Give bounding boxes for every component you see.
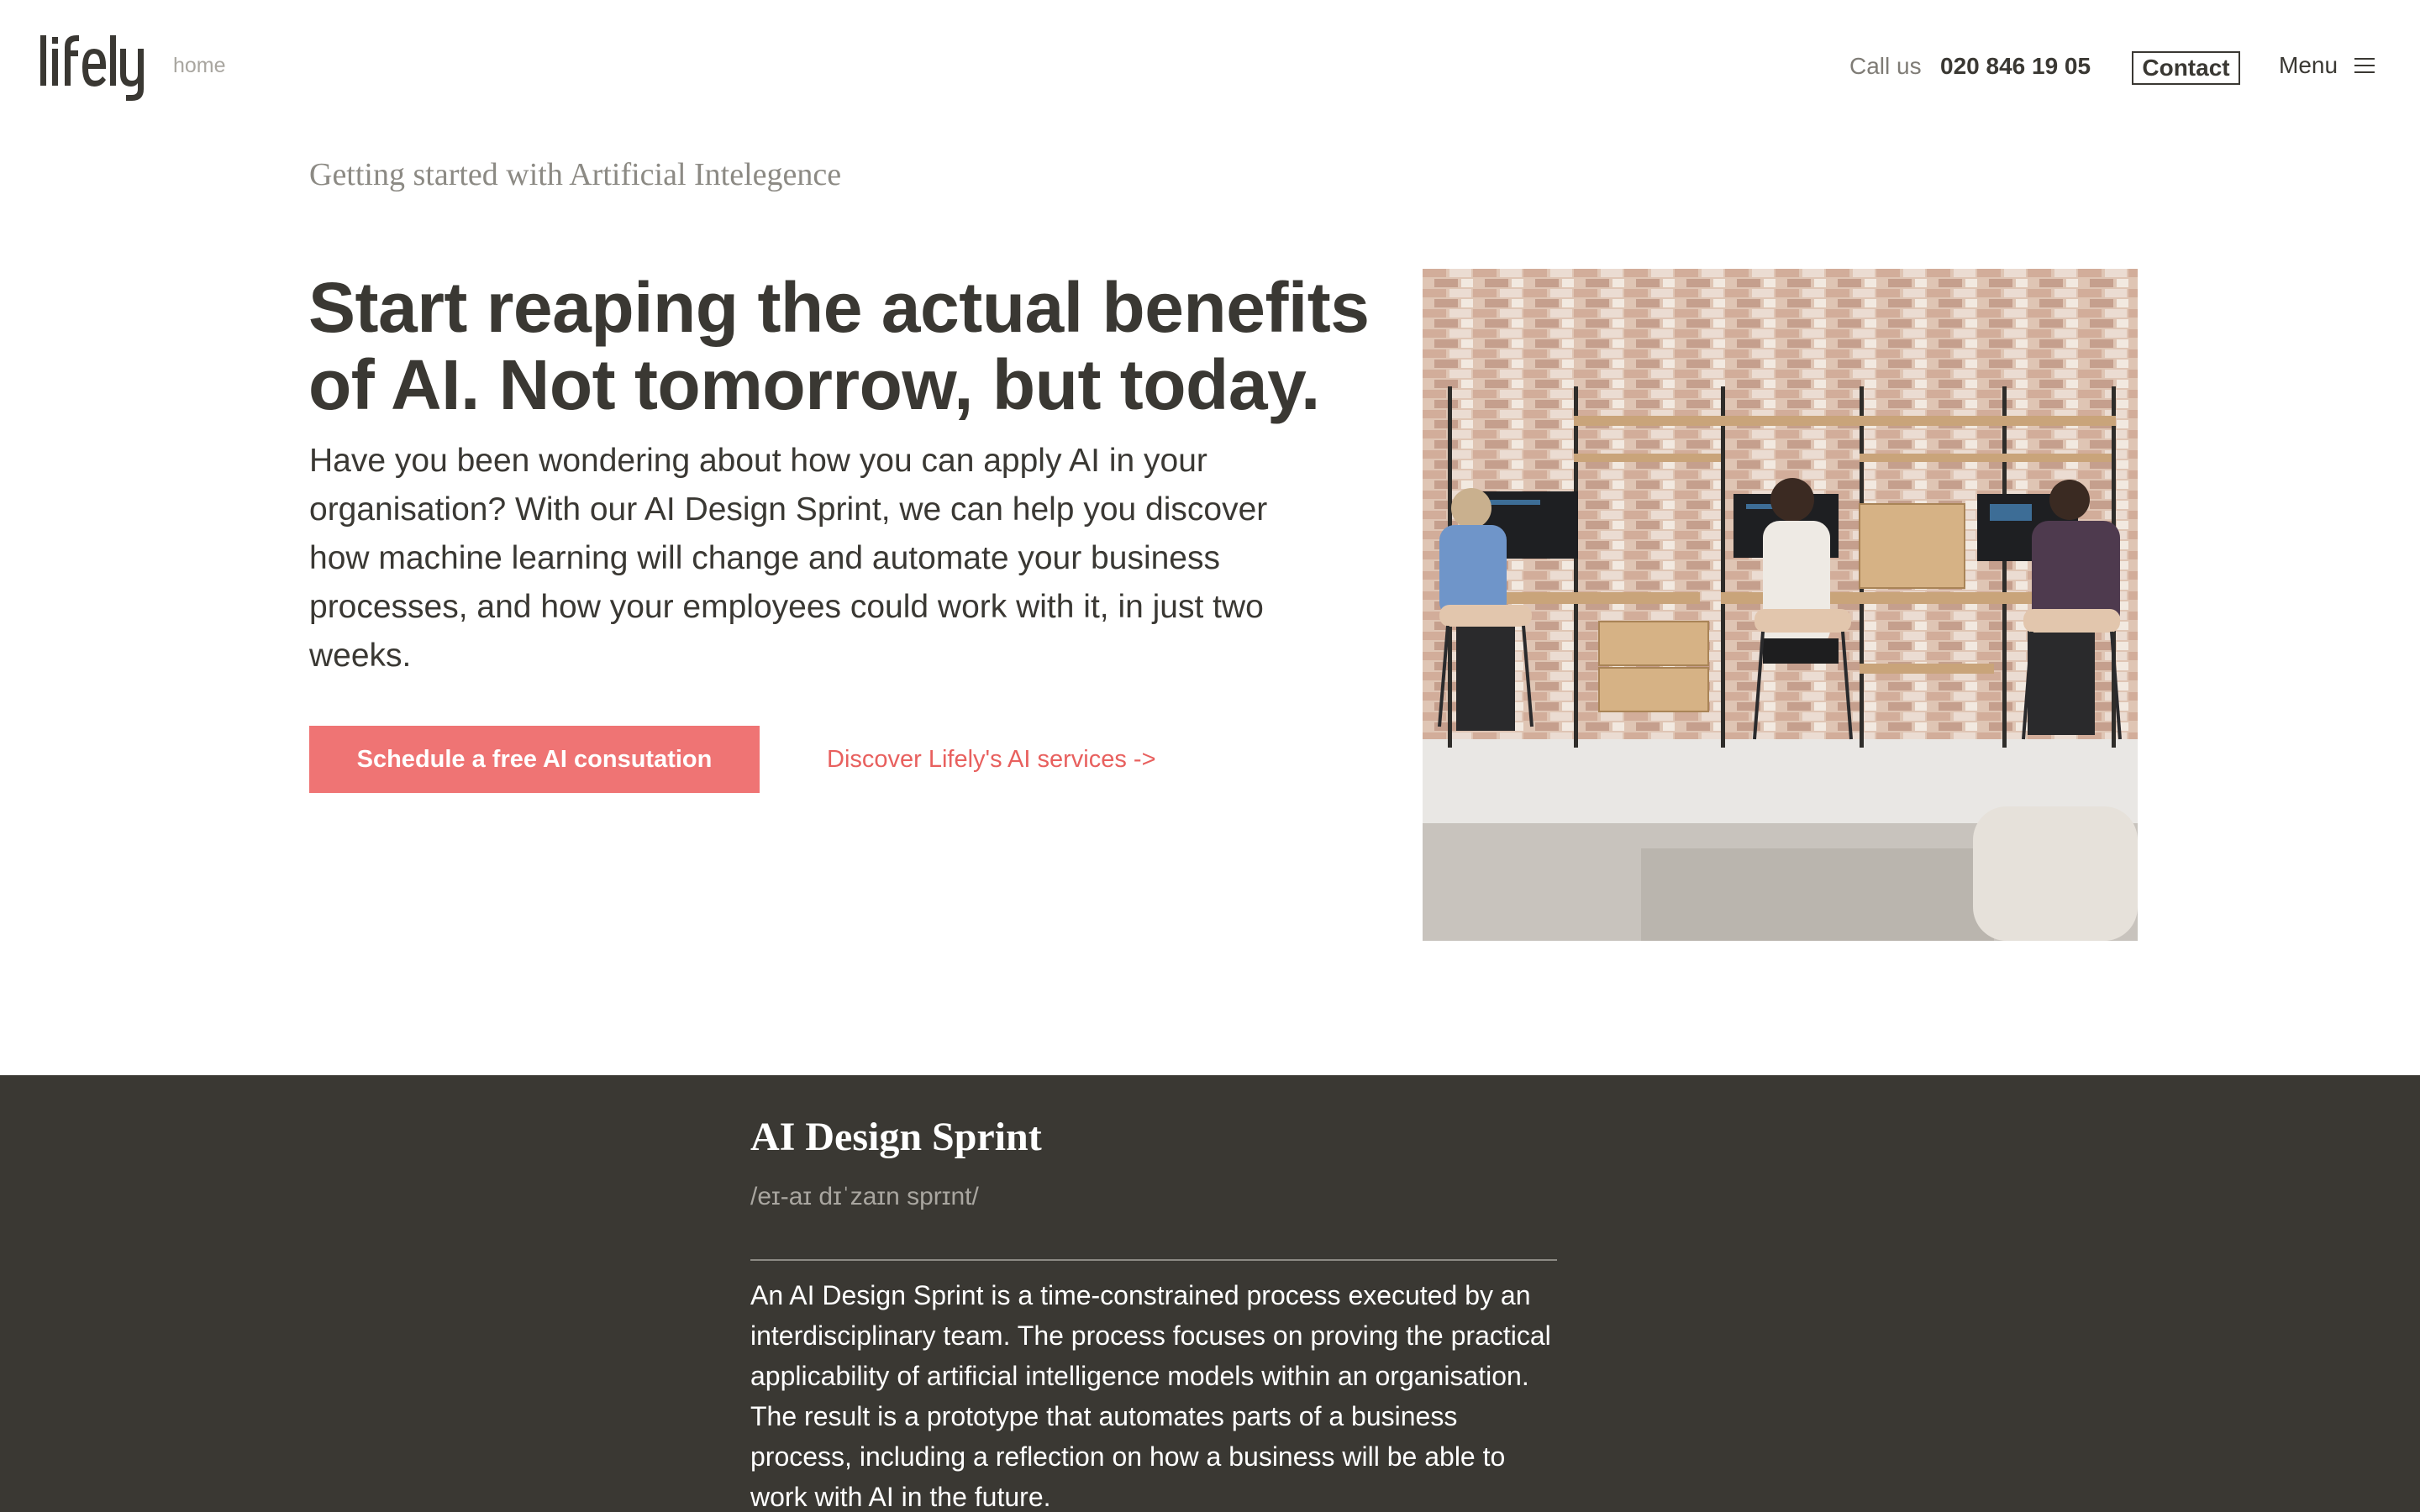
phone-number[interactable]: 020 846 19 05 (1940, 53, 2091, 80)
site-header: home Call us 020 846 19 05 Contact Menu (0, 0, 2420, 134)
breadcrumb-home[interactable]: home (173, 54, 226, 78)
office-photo (1423, 269, 2138, 941)
discover-services-link[interactable]: Discover Lifely's AI services -> (827, 746, 1156, 774)
lifely-logo[interactable] (39, 25, 148, 101)
schedule-consultation-button[interactable]: Schedule a free AI consutation (309, 726, 760, 793)
definition-phonetic: /eɪ-aɪ dɪˈzaɪn sprɪnt/ (750, 1183, 979, 1210)
hamburger-icon (2354, 58, 2375, 73)
call-us-label: Call us (1849, 53, 1922, 79)
contact-button[interactable]: Contact (2132, 51, 2240, 85)
definition-body: An AI Design Sprint is a time-constraine… (750, 1280, 1551, 1512)
office-illustration (1423, 269, 2138, 941)
definition-title: AI Design Sprint (750, 1115, 1042, 1159)
hero-body: Have you been wondering about how you ca… (309, 443, 1268, 674)
menu-button[interactable]: Menu (2279, 52, 2375, 79)
menu-label: Menu (2279, 52, 2338, 78)
page-eyebrow: Getting started with Artificial Intelege… (309, 157, 842, 192)
logo-icon (40, 35, 144, 101)
hero-title: Start reaping the actual benefits of AI.… (308, 268, 1370, 424)
definition-divider (750, 1259, 1557, 1261)
